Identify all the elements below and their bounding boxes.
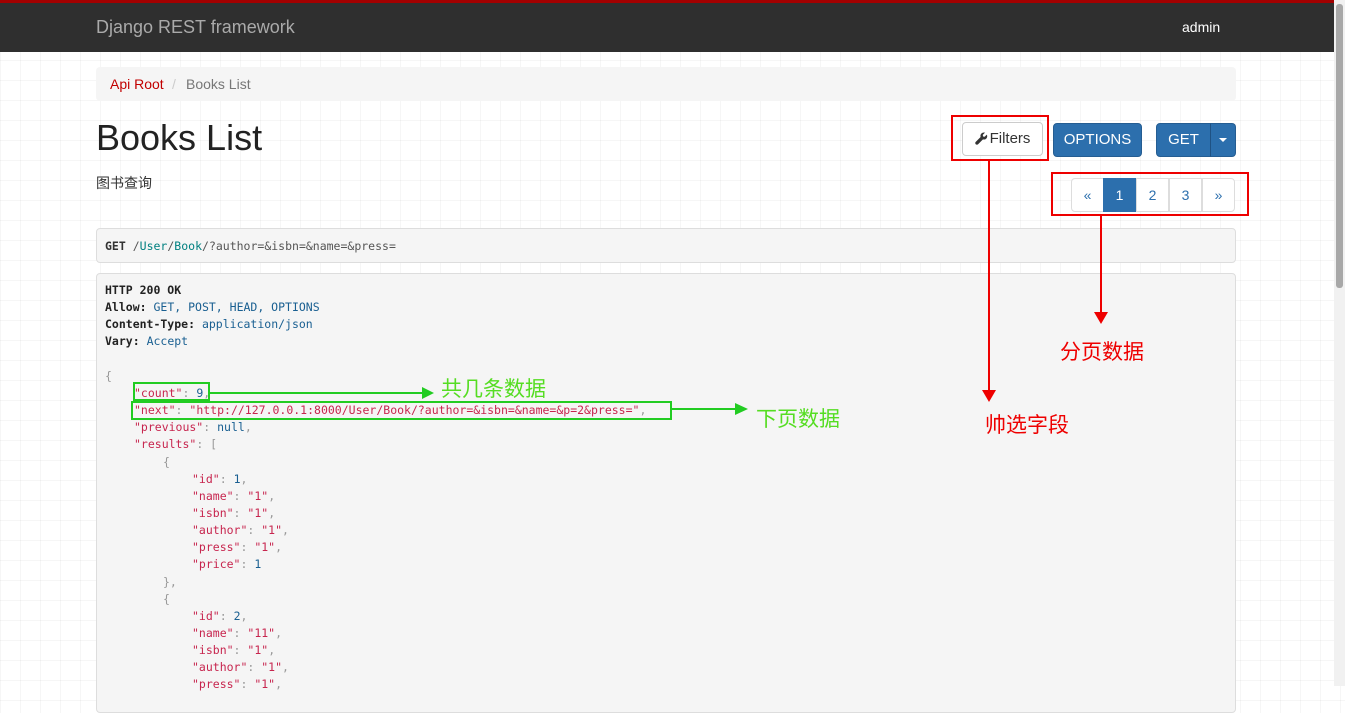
json-field-id: "id": 1,	[192, 472, 248, 486]
json-value: 2	[233, 609, 241, 623]
header-value: application/json	[201, 317, 313, 331]
json-object-open: {	[163, 592, 170, 606]
request-path-book[interactable]: Book	[174, 239, 202, 253]
user-menu[interactable]: admin	[1182, 19, 1220, 35]
annotation-filters-box	[951, 115, 1049, 161]
breadcrumb-current: Books List	[186, 76, 251, 92]
json-value: "1"	[247, 506, 269, 520]
json-previous-line: "previous": null,	[134, 420, 252, 434]
get-button[interactable]: GET	[1156, 123, 1211, 157]
json-object-open: {	[163, 455, 170, 469]
breadcrumb: Api Root / Books List	[96, 67, 1236, 101]
json-value: "1"	[261, 523, 283, 537]
caret-down-icon	[1219, 138, 1227, 142]
json-value: "1"	[261, 660, 283, 674]
annotation-count-label: 共几条数据	[441, 377, 546, 401]
json-value: "1"	[247, 643, 269, 657]
breadcrumb-separator: /	[172, 76, 176, 92]
page-description: 图书查询	[96, 175, 152, 191]
json-field-author: "author": "1",	[192, 523, 289, 537]
annotation-filters-label: 帅选字段	[985, 413, 1069, 437]
json-field-press: "press": "1",	[192, 540, 283, 554]
json-value: 1	[254, 557, 262, 571]
json-field-author: "author": "1",	[192, 660, 289, 674]
request-path-user[interactable]: User	[140, 239, 168, 253]
breadcrumb-api-root[interactable]: Api Root	[110, 76, 164, 92]
response-header-content-type: Content-Type: application/json	[105, 316, 313, 333]
annotation-pagination-box	[1051, 172, 1249, 216]
json-field-name: "name": "11",	[192, 626, 283, 640]
json-field-press: "press": "1",	[192, 677, 283, 691]
header-name: Vary:	[105, 334, 140, 348]
annotation-next-label: 下页数据	[756, 407, 840, 431]
page-title: Books List	[96, 117, 263, 158]
header-name: Content-Type:	[105, 317, 196, 331]
response-header-vary: Vary: Accept	[105, 333, 188, 350]
json-field-price: "price": 1	[192, 557, 262, 571]
json-value: "11"	[247, 626, 276, 640]
json-value: 1	[233, 472, 241, 486]
json-value: "1"	[254, 540, 276, 554]
request-path-slash: /	[132, 239, 140, 253]
json-field-isbn: "isbn": "1",	[192, 643, 276, 657]
header-value: GET, POST, HEAD, OPTIONS	[153, 300, 320, 314]
response-status: HTTP 200 OK	[105, 283, 182, 297]
scrollbar-thumb[interactable]	[1336, 4, 1343, 288]
json-key: "previous"	[134, 420, 204, 434]
header-name: Allow:	[105, 300, 147, 314]
header-value: Accept	[146, 334, 189, 348]
json-field-name: "name": "1",	[192, 489, 276, 503]
json-results-line: "results": [	[134, 437, 218, 451]
request-path-slash: /	[202, 239, 209, 253]
json-key: "results"	[134, 437, 197, 451]
json-bracket: [	[210, 437, 218, 451]
annotation-pagination-label: 分页数据	[1060, 340, 1144, 364]
json-value: "1"	[254, 677, 276, 691]
response-header-allow: Allow: GET, POST, HEAD, OPTIONS	[105, 299, 320, 316]
json-open-brace: {	[105, 369, 112, 383]
request-query: ?author=&isbn=&name=&press=	[208, 239, 396, 253]
json-value: null	[217, 420, 245, 434]
request-line: GET /User/Book/?author=&isbn=&name=&pres…	[96, 228, 1236, 263]
annotation-next-box	[131, 401, 672, 420]
brand-link[interactable]: Django REST framework	[96, 17, 295, 38]
request-method: GET	[105, 239, 126, 253]
get-format-dropdown[interactable]	[1210, 123, 1236, 157]
top-navbar: Django REST framework admin	[0, 0, 1334, 52]
page-scrollbar[interactable]	[1334, 0, 1345, 686]
json-object-close: },	[163, 575, 177, 589]
annotation-count-box	[133, 382, 210, 401]
options-button[interactable]: OPTIONS	[1053, 123, 1142, 157]
json-value: "1"	[247, 489, 269, 503]
json-field-isbn: "isbn": "1",	[192, 506, 276, 520]
json-field-id: "id": 2,	[192, 609, 248, 623]
